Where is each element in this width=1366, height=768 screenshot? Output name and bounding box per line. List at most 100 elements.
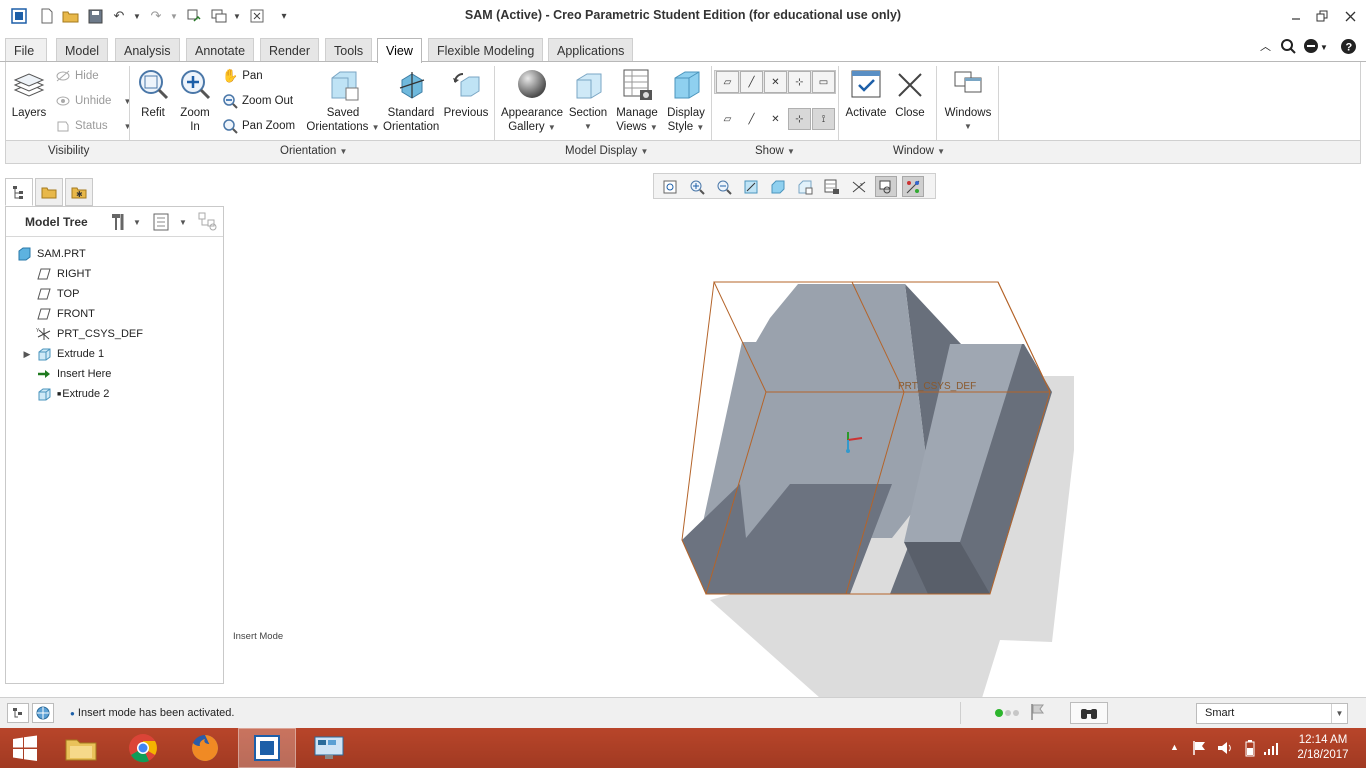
pan-button[interactable]: ✋ Pan <box>222 67 263 85</box>
toggle-browser-button[interactable] <box>32 703 54 723</box>
system-clock[interactable]: 12:14 AM 2/18/2017 <box>1292 733 1354 763</box>
standard-orientation-button[interactable]: Standard Orientation <box>383 68 439 134</box>
collapse-ribbon-icon[interactable]: ︿ <box>1260 38 1271 54</box>
model-tree-tab[interactable] <box>5 178 33 206</box>
show-group-label[interactable]: Show ▼ <box>755 145 795 157</box>
axis-tag-toggle[interactable]: ╱ <box>740 108 763 130</box>
zoom-out-button[interactable]: Zoom Out <box>222 92 293 110</box>
manage-views-button[interactable]: Manage Views ▼ <box>612 68 662 135</box>
windows-button[interactable]: Windows ▼ <box>942 68 994 134</box>
battery-icon[interactable] <box>1242 739 1258 760</box>
saved-orientations-view-icon[interactable] <box>794 176 816 197</box>
hide-button[interactable]: Hide <box>55 67 99 85</box>
tab-render[interactable]: Render <box>260 38 319 62</box>
network-signal-icon[interactable] <box>1262 740 1280 759</box>
csys-display-toggle[interactable]: ⊹ <box>788 71 811 93</box>
point-display-toggle[interactable]: ✕ <box>764 71 787 93</box>
zoom-in-button[interactable]: Zoom In <box>175 68 215 134</box>
saved-orientations-button[interactable]: Saved Orientations ▼ <box>305 68 381 135</box>
tree-item-insert-here[interactable]: Insert Here <box>36 364 111 384</box>
tree-item-extrude-2[interactable]: ■ Extrude 2 <box>36 384 109 404</box>
appearance-gallery-button[interactable]: Appearance Gallery ▼ <box>499 68 565 135</box>
tab-tools[interactable]: Tools <box>325 38 373 62</box>
taskbar-file-explorer[interactable] <box>52 728 110 768</box>
tab-view[interactable]: View <box>377 38 422 63</box>
tab-file[interactable]: File ▼ <box>5 38 47 81</box>
volume-icon[interactable] <box>1216 740 1234 759</box>
status-button[interactable]: Status ▼ <box>55 117 132 135</box>
close-button[interactable] <box>1337 6 1363 26</box>
toggle-navigator-button[interactable] <box>7 703 29 723</box>
selection-filter-dropdown[interactable]: Smart ▼ <box>1196 703 1348 724</box>
plane-tag-toggle[interactable]: ▱ <box>716 108 739 130</box>
axis-display-toggle[interactable]: ╱ <box>740 71 763 93</box>
model-display-group-label[interactable]: Model Display ▼ <box>565 145 648 157</box>
plane-display-toggle[interactable]: ▱ <box>716 71 739 93</box>
flag-icon[interactable] <box>1030 703 1044 724</box>
csys-icon: Y <box>36 327 52 341</box>
zoom-in-view-icon[interactable] <box>686 176 708 197</box>
tree-item-sam-prt[interactable]: SAM.PRT <box>16 244 86 264</box>
refit-button[interactable]: Refit <box>135 68 171 120</box>
taskbar-firefox[interactable] <box>176 728 234 768</box>
refit-view-icon[interactable] <box>659 176 681 197</box>
taskbar-chrome[interactable] <box>114 728 172 768</box>
tree-filter-icon[interactable] <box>198 212 220 235</box>
action-center-flag-icon[interactable] <box>1192 740 1208 759</box>
regeneration-status-icon[interactable] <box>994 707 1022 722</box>
search-icon[interactable] <box>1280 38 1296 57</box>
display-style-view-icon[interactable] <box>767 176 789 197</box>
svg-text:▼: ▼ <box>133 218 141 227</box>
folder-browser-tab[interactable] <box>35 178 63 206</box>
zoom-out-view-icon[interactable] <box>713 176 735 197</box>
tab-applications[interactable]: Applications <box>548 38 634 62</box>
svg-text:?: ? <box>1346 42 1353 54</box>
tree-item-csys[interactable]: Y PRT_CSYS_DEF <box>36 324 143 344</box>
window-group-label[interactable]: Window ▼ <box>893 145 945 157</box>
pan-hand-icon: ✋ <box>222 68 239 83</box>
restore-button[interactable] <box>1309 6 1335 26</box>
close-button-ribbon[interactable]: Close <box>892 68 928 120</box>
show-hidden-icons-button[interactable]: ▲ <box>1170 742 1179 752</box>
section-button[interactable]: Section ▼ <box>567 68 609 134</box>
display-style-button[interactable]: Display Style ▼ <box>663 68 709 135</box>
find-button[interactable] <box>1070 702 1108 724</box>
tree-item-top[interactable]: TOP <box>36 284 79 304</box>
point-tag-toggle[interactable]: ✕ <box>764 108 787 130</box>
layers-button[interactable]: Layers <box>9 68 49 120</box>
taskbar-creo[interactable] <box>238 728 296 768</box>
favorites-tab[interactable]: ✱ <box>65 178 93 206</box>
tab-model[interactable]: Model <box>56 38 109 62</box>
pan-zoom-button[interactable]: Pan Zoom <box>222 117 295 135</box>
favorites-icon: ✱ <box>71 187 87 199</box>
expand-arrow-icon[interactable]: ▶ <box>22 347 32 361</box>
model-viewport[interactable]: PRT_CSYS_DEF <box>660 270 1090 698</box>
tree-item-right[interactable]: RIGHT <box>36 264 91 284</box>
minimize-button[interactable] <box>1283 6 1309 26</box>
csys-tag-toggle[interactable]: ⊹ <box>788 108 811 130</box>
orientation-group-label[interactable]: Orientation ▼ <box>280 145 347 157</box>
datum-display-filters-icon[interactable] <box>875 176 897 197</box>
start-button[interactable] <box>0 728 50 768</box>
help-icon[interactable]: ? <box>1340 38 1357 58</box>
tab-flexible-modeling[interactable]: Flexible Modeling <box>428 38 544 62</box>
view-manager-icon[interactable] <box>821 176 843 197</box>
tree-item-front[interactable]: FRONT <box>36 304 95 324</box>
spin-center-view-icon[interactable] <box>902 176 924 197</box>
unhide-button[interactable]: Unhide ▼ <box>55 92 131 110</box>
spin-center-toggle[interactable]: ⟟ <box>812 108 835 130</box>
tree-columns-icon[interactable]: ▼ <box>152 212 192 235</box>
clock-time: 12:14 AM <box>1298 734 1348 746</box>
taskbar-remote-desktop[interactable] <box>300 728 358 768</box>
repaint-icon[interactable] <box>740 176 762 197</box>
annotation-display-toggle[interactable]: ▭ <box>812 71 835 93</box>
perspective-view-icon[interactable]: x <box>848 176 870 197</box>
previous-button[interactable]: Previous <box>443 68 489 120</box>
tree-settings-icon[interactable]: ▼ <box>109 212 141 235</box>
activate-button[interactable]: Activate <box>844 68 888 120</box>
tab-annotate[interactable]: Annotate <box>186 38 255 62</box>
group-separator <box>936 66 937 140</box>
tree-item-extrude-1[interactable]: ▶ Extrude 1 <box>22 344 104 364</box>
tab-analysis[interactable]: Analysis <box>115 38 180 62</box>
community-icon[interactable]: ▼ <box>1303 38 1328 57</box>
